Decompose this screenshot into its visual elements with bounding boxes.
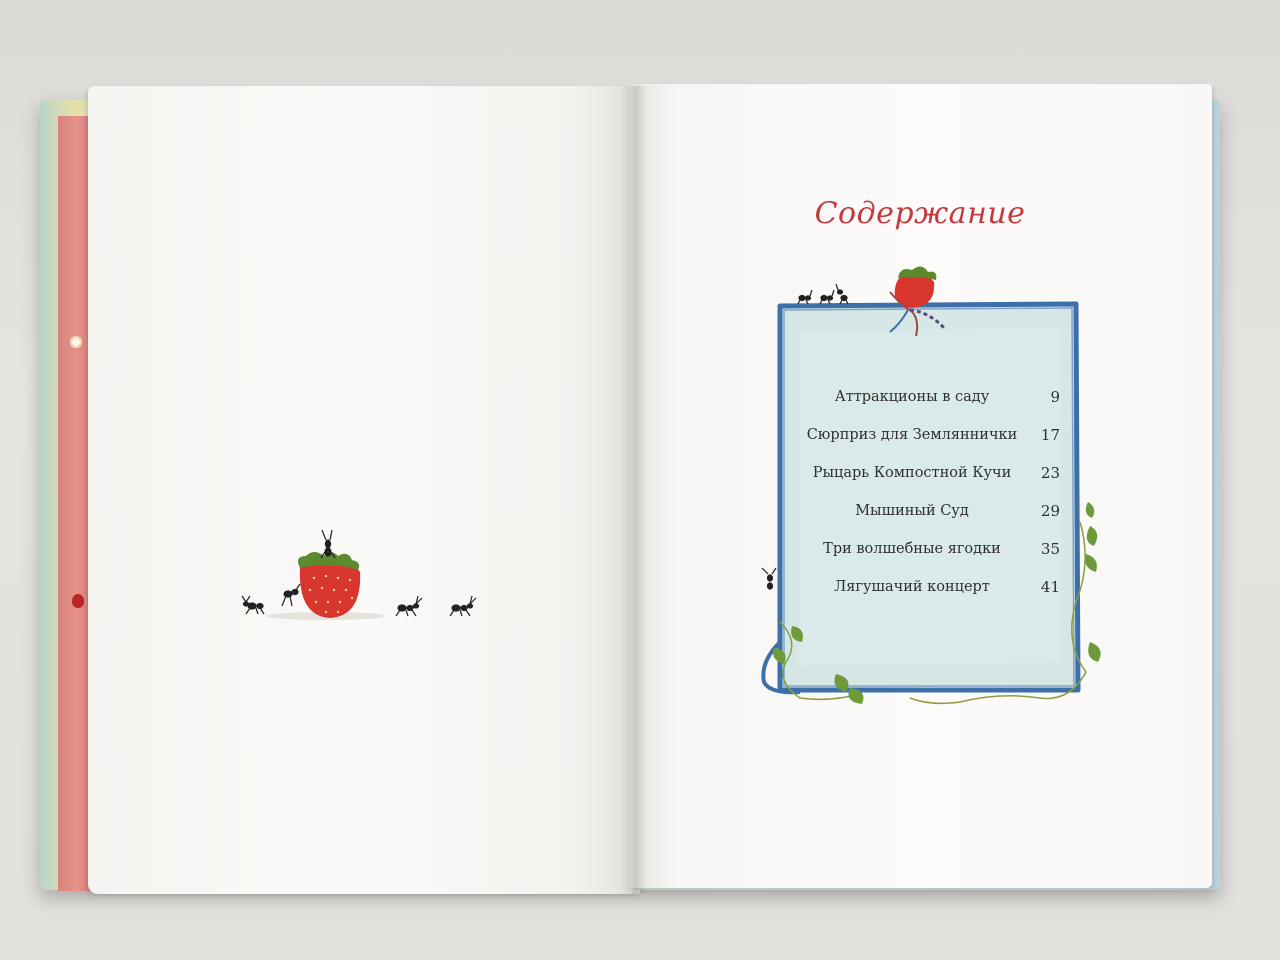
toc-item-page: 23: [1040, 464, 1060, 482]
toc-item: Аттракционы в саду 9: [800, 378, 1060, 416]
toc-item-page: 41: [1040, 578, 1060, 596]
book-gutter: [618, 86, 648, 894]
toc-item-title: Мышиный Суд: [855, 503, 969, 519]
toc-item: Рыцарь Компостной Кучи 23: [800, 454, 1060, 492]
toc-item-title: Сюрприз для Земляннички: [806, 427, 1018, 443]
berry-icon: [72, 594, 84, 608]
flower-icon: [70, 336, 82, 348]
toc-item-title: Рыцарь Компостной Кучи: [812, 465, 1012, 481]
toc-item: Мышиный Суд 29: [800, 492, 1060, 530]
strawberry-ants-illustration: [241, 529, 477, 620]
toc-item-page: 35: [1040, 540, 1060, 558]
toc-item-page: 17: [1040, 426, 1060, 444]
page-title: Содержание: [814, 196, 1026, 231]
toc-item-title: Лягушачий концерт: [834, 579, 990, 595]
toc-item: Три волшебные ягодки 35: [800, 530, 1060, 568]
toc-item: Лягушачий концерт 41: [800, 568, 1060, 606]
toc-item: Сюрприз для Земляннички 17: [800, 416, 1060, 454]
ant-icon: [320, 529, 336, 559]
toc-item-title: Аттракционы в саду: [834, 389, 990, 405]
left-page: [88, 86, 640, 894]
toc-item-page: 29: [1040, 502, 1060, 520]
table-of-contents: Аттракционы в саду 9 Сюрприз для Землянн…: [800, 378, 1060, 606]
toc-item-page: 9: [1050, 388, 1060, 406]
toc-item-title: Три волшебные ягодки: [823, 541, 1001, 557]
strawberry-icon: [298, 552, 361, 618]
